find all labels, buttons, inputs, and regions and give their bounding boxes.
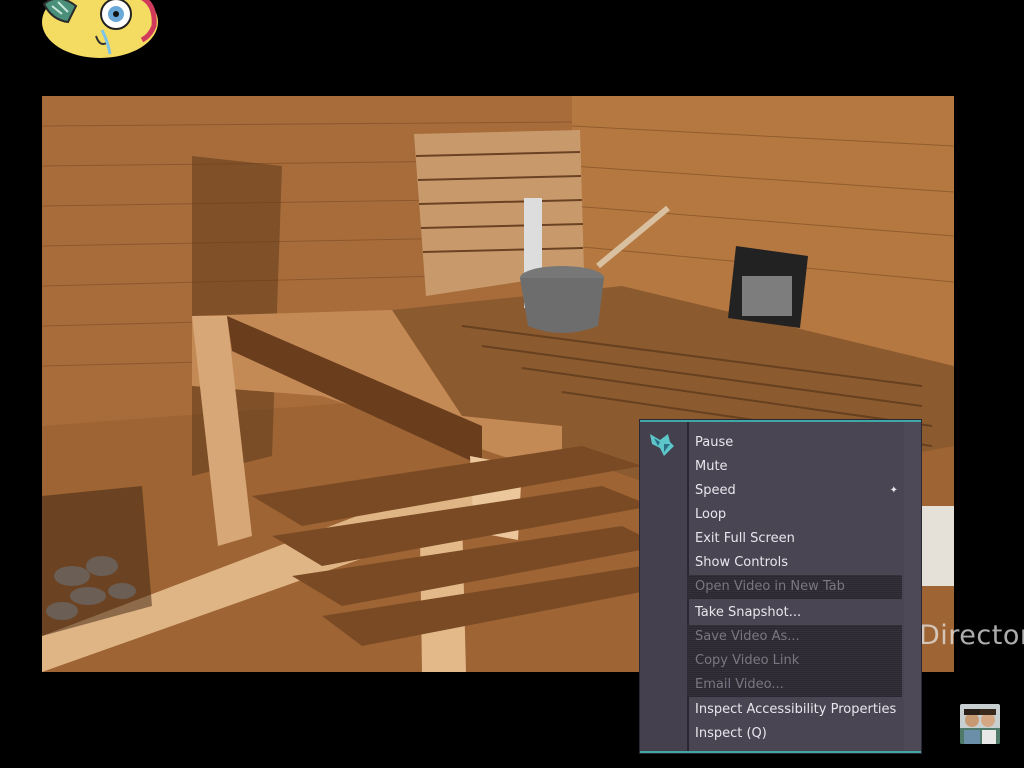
menu-item-loop[interactable]: Loop (687, 503, 902, 527)
menu-item-email-video: Email Video... (687, 673, 902, 697)
menu-item-take-snapshot[interactable]: Take Snapshot... (687, 601, 902, 625)
menu-item-inspect-accessibility[interactable]: Inspect Accessibility Properties (687, 698, 902, 722)
wolf-logo-icon (650, 434, 674, 456)
fullscreen-video-page: Director Pause Mute Speed ✦ Loop Exit Ful (0, 0, 1024, 768)
video-context-menu: Pause Mute Speed ✦ Loop Exit Full Screen … (640, 420, 921, 753)
user-thumbnail[interactable] (960, 704, 1000, 744)
menu-icon-gutter (640, 422, 689, 751)
submenu-arrow-icon: ✦ (889, 485, 898, 496)
menu-item-copy-video-link: Copy Video Link (687, 649, 902, 673)
menu-item-mute[interactable]: Mute (687, 455, 902, 479)
menu-item-inspect[interactable]: Inspect (Q) (687, 722, 902, 746)
menu-item-exit-full-screen[interactable]: Exit Full Screen (687, 527, 902, 551)
cartoon-avatar (38, 0, 162, 60)
menu-item-open-video-new-tab: Open Video in New Tab (687, 575, 902, 599)
menu-item-show-controls[interactable]: Show Controls (687, 551, 902, 575)
menu-item-speed[interactable]: Speed ✦ (687, 479, 902, 503)
video-watermark: Director (919, 620, 1024, 651)
menu-item-pause[interactable]: Pause (687, 431, 902, 455)
menu-item-save-video-as: Save Video As... (687, 625, 902, 649)
menu-scroll-strip (904, 422, 921, 751)
